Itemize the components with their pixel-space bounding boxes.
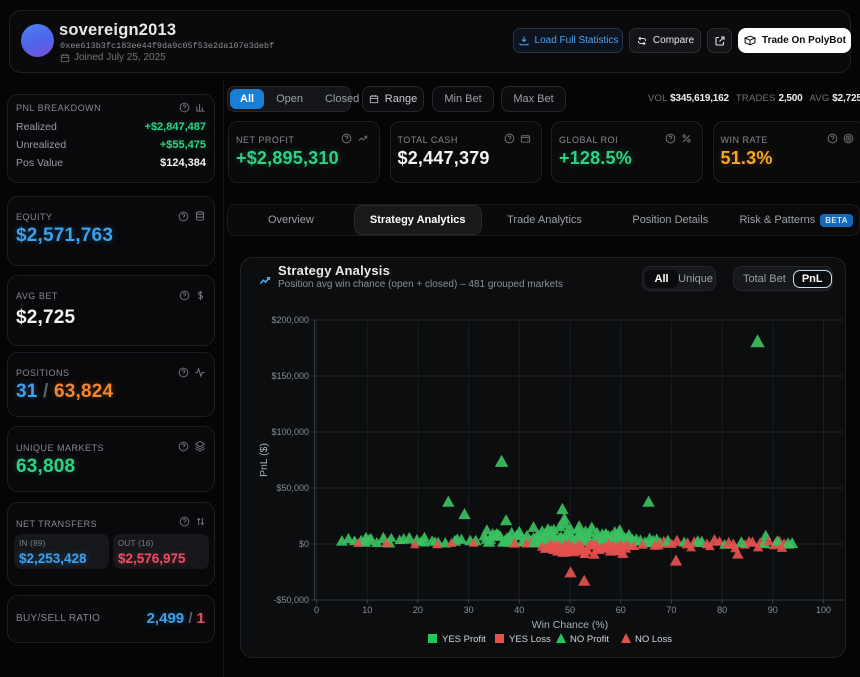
svg-text:70: 70: [666, 605, 676, 615]
svg-text:-$50,000: -$50,000: [273, 595, 309, 605]
svg-text:60: 60: [616, 605, 626, 615]
svg-text:40: 40: [514, 605, 524, 615]
svg-text:$150,000: $150,000: [271, 371, 309, 381]
svg-text:50: 50: [565, 605, 575, 615]
svg-text:NO Profit: NO Profit: [570, 634, 609, 645]
svg-text:90: 90: [768, 605, 778, 615]
svg-text:100: 100: [816, 605, 831, 615]
svg-text:$0: $0: [299, 539, 309, 549]
svg-text:NO Loss: NO Loss: [635, 634, 672, 645]
svg-text:80: 80: [717, 605, 727, 615]
svg-text:20: 20: [413, 605, 423, 615]
svg-text:YES Loss: YES Loss: [509, 634, 551, 645]
svg-text:PnL ($): PnL ($): [258, 443, 270, 477]
svg-text:0: 0: [314, 605, 319, 615]
svg-text:10: 10: [362, 605, 372, 615]
svg-text:$200,000: $200,000: [271, 315, 309, 325]
svg-text:$100,000: $100,000: [271, 427, 309, 437]
svg-text:$50,000: $50,000: [276, 483, 309, 493]
svg-text:YES Profit: YES Profit: [442, 634, 486, 645]
svg-text:Win Chance (%): Win Chance (%): [532, 619, 608, 631]
svg-text:30: 30: [464, 605, 474, 615]
